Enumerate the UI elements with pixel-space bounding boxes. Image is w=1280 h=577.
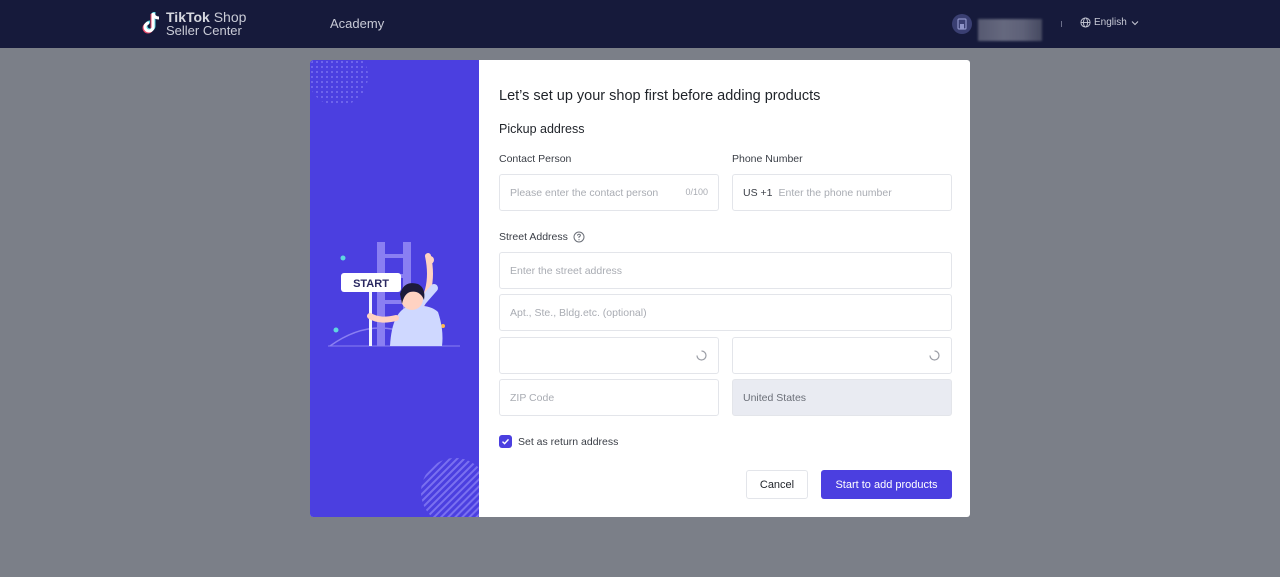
language-label: English [1094,17,1127,28]
nav-academy[interactable]: Academy [330,16,384,31]
top-bar: TikTok Shop Seller Center Academy Englis… [0,0,1280,48]
start-illustration: START [310,60,479,517]
return-address-label: Set as return address [518,435,619,448]
section-title-pickup: Pickup address [499,122,585,136]
zip-code-input[interactable]: ZIP Code [499,379,719,416]
help-icon[interactable] [573,231,585,243]
tiktok-logo-icon [142,12,160,34]
phone-country-prefix[interactable]: US +1 [743,187,772,199]
loading-spinner-icon [929,350,940,361]
apt-suite-input[interactable]: Apt., Ste., Bldg.etc. (optional) [499,294,952,331]
zip-code-placeholder: ZIP Code [510,391,555,404]
cancel-button[interactable]: Cancel [746,470,808,499]
modal-title: Let’s set up your shop first before addi… [499,88,821,104]
street-address-label-text: Street Address [499,231,568,243]
illustration-sign-text: START [353,278,389,290]
contact-person-placeholder: Please enter the contact person [510,186,659,199]
phone-number-input[interactable]: US +1 Enter the phone number [732,174,952,211]
setup-shop-modal: START Let’s set up your shop first befor… [310,60,970,517]
return-address-checkbox[interactable] [499,435,512,448]
modal-illustration-panel: START [310,60,479,517]
username-redacted [978,19,1042,41]
street-address-label: Street Address [499,231,585,243]
header-divider [1061,21,1062,27]
avatar[interactable] [952,14,972,34]
phone-number-placeholder: Enter the phone number [778,186,892,199]
logo-line2: Seller Center [166,23,242,38]
apt-suite-placeholder: Apt., Ste., Bldg.etc. (optional) [510,306,647,319]
country-value: United States [743,391,807,404]
contact-person-counter: 0/100 [685,187,708,197]
language-selector[interactable]: English [1080,17,1142,28]
street-address-placeholder: Enter the street address [510,264,623,277]
contact-person-input[interactable]: Please enter the contact person 0/100 [499,174,719,211]
street-address-input[interactable]: Enter the street address [499,252,952,289]
phone-number-label: Phone Number [732,153,803,165]
country-field: United States [732,379,952,416]
chevron-down-icon [1131,20,1139,25]
globe-icon [1080,17,1091,28]
checkmark-icon [502,438,510,445]
city-select[interactable] [732,337,952,374]
tiktok-shop-logo[interactable]: TikTok Shop Seller Center [140,10,246,38]
state-select[interactable] [499,337,719,374]
shop-icon [957,18,967,30]
start-add-products-button[interactable]: Start to add products [821,470,952,499]
modal-form: Let’s set up your shop first before addi… [499,60,952,517]
return-address-checkbox-row[interactable]: Set as return address [499,435,618,448]
loading-spinner-icon [696,350,707,361]
contact-person-label: Contact Person [499,153,572,165]
